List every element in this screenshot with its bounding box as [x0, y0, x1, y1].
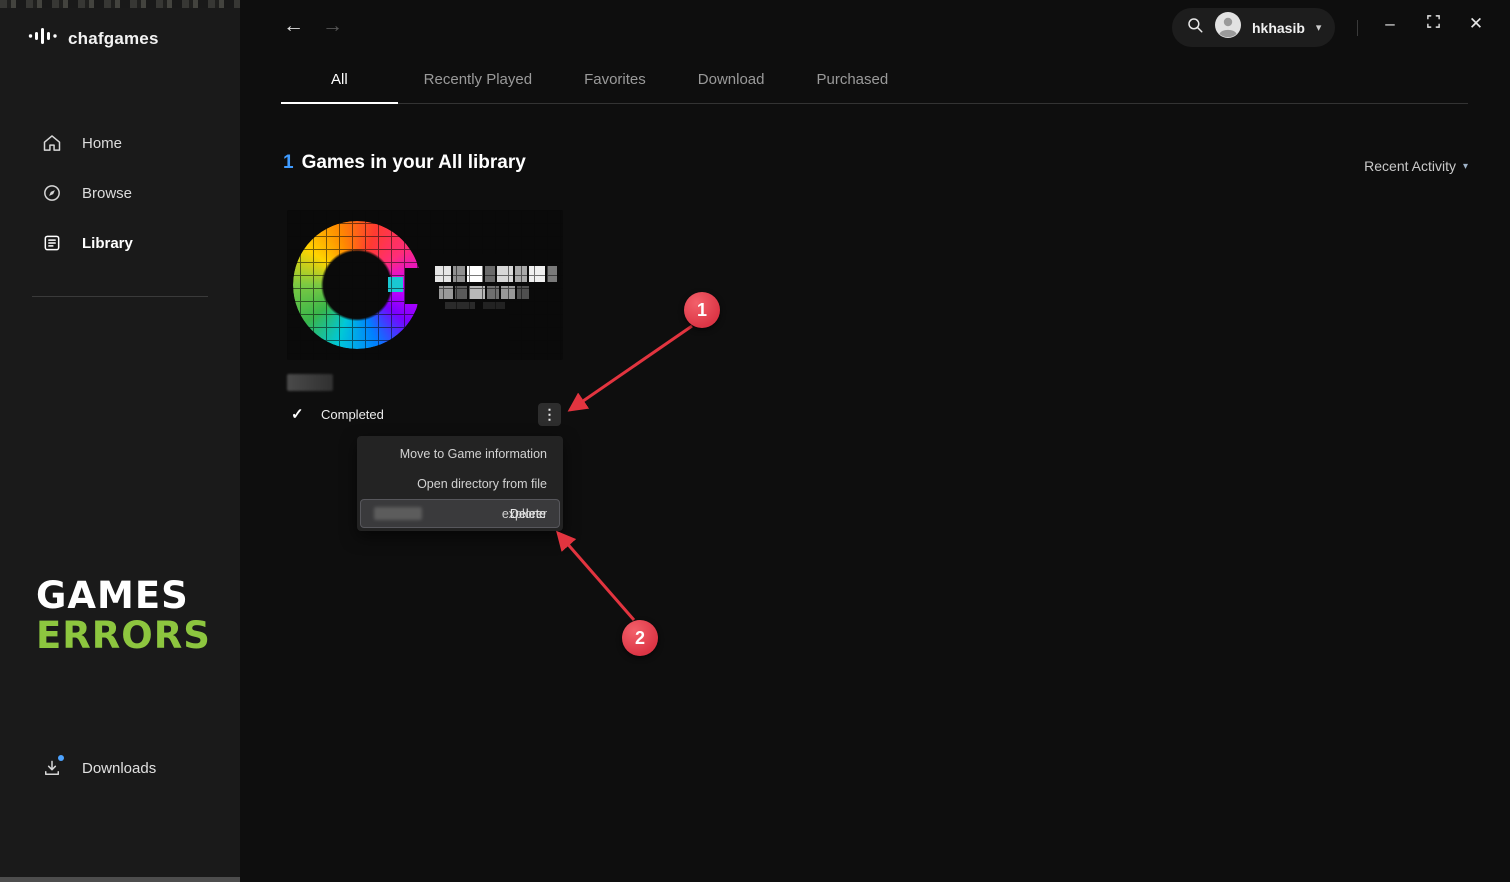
sidebar-item-label: Browse — [82, 185, 132, 202]
sidebar: chafgames Home Browse — [0, 0, 240, 882]
library-heading: 1 Games in your All library — [283, 152, 526, 174]
menu-item-open-directory[interactable]: Open directory from file explorer — [360, 469, 560, 499]
check-icon: ✓ — [291, 405, 304, 423]
pixelation-overlay — [287, 210, 563, 360]
sidebar-item-library[interactable]: Library — [0, 218, 240, 268]
window-controls: – ✕ — [1380, 14, 1486, 34]
downloads-icon — [42, 758, 62, 778]
home-icon — [42, 133, 62, 153]
sidebar-nav: Home Browse Library — [0, 118, 240, 268]
brand[interactable]: chafgames — [28, 26, 159, 51]
downloads-notification-dot — [58, 755, 64, 761]
game-count: 1 — [283, 152, 294, 174]
watermark-line2: ERRORS — [36, 616, 211, 656]
watermark-line1: GAMES — [36, 576, 211, 616]
library-heading-text: Games in your All library — [302, 152, 526, 174]
menu-item-move-to-game-information[interactable]: Move to Game information — [360, 439, 560, 469]
downloads-label: Downloads — [82, 760, 156, 777]
minimize-button[interactable]: – — [1380, 14, 1400, 34]
sidebar-bottom-strip — [0, 877, 240, 882]
sidebar-item-label: Home — [82, 135, 122, 152]
sidebar-item-home[interactable]: Home — [0, 118, 240, 168]
sidebar-top-strip — [0, 0, 240, 8]
tab-recently-played[interactable]: Recently Played — [398, 58, 558, 104]
library-tabs: All Recently Played Favorites Download P… — [281, 58, 1468, 104]
tab-download[interactable]: Download — [672, 58, 791, 104]
brand-logo-icon — [28, 26, 58, 51]
tab-favorites[interactable]: Favorites — [558, 58, 672, 104]
avatar[interactable] — [1215, 12, 1241, 43]
redacted-game-name — [374, 507, 422, 520]
game-context-menu: Move to Game information Open directory … — [357, 436, 563, 531]
sort-dropdown[interactable]: Recent Activity ▾ — [1364, 158, 1468, 174]
user-menu: hkhasib ▾ — [1172, 8, 1335, 47]
sidebar-item-label: Library — [82, 235, 133, 252]
brand-name: chafgames — [68, 29, 159, 49]
annotation-badge-2: 2 — [622, 620, 658, 656]
topbar-divider — [1357, 20, 1358, 36]
history-nav: ← → — [283, 14, 343, 38]
compass-icon — [42, 183, 62, 203]
delete-label: Delete — [510, 507, 546, 521]
back-arrow-icon[interactable]: ← — [283, 14, 304, 38]
game-title-redacted — [287, 374, 333, 391]
game-cover[interactable] — [287, 210, 563, 360]
search-icon[interactable] — [1186, 16, 1204, 39]
sidebar-item-browse[interactable]: Browse — [0, 168, 240, 218]
kebab-menu-button[interactable]: ⋮ — [538, 403, 561, 426]
chevron-down-icon: ▾ — [1463, 161, 1468, 172]
games-errors-logo: GAMES ERRORS — [36, 576, 211, 656]
username-label[interactable]: hkhasib — [1252, 20, 1305, 36]
tab-purchased[interactable]: Purchased — [790, 58, 914, 104]
app-window: chafgames Home Browse — [0, 0, 1510, 882]
forward-arrow-icon[interactable]: → — [322, 14, 343, 38]
sidebar-item-downloads[interactable]: Downloads — [42, 758, 156, 778]
close-button[interactable]: ✕ — [1466, 14, 1486, 34]
sidebar-divider — [32, 296, 208, 297]
tab-all[interactable]: All — [281, 58, 398, 104]
library-icon — [42, 233, 62, 253]
sort-label: Recent Activity — [1364, 158, 1456, 174]
status-badge: Completed — [321, 407, 384, 422]
chevron-down-icon[interactable]: ▾ — [1316, 21, 1322, 34]
maximize-button[interactable] — [1423, 14, 1443, 34]
annotation-badge-1: 1 — [684, 292, 720, 328]
game-status-row: ✓ Completed ⋮ — [287, 403, 563, 427]
